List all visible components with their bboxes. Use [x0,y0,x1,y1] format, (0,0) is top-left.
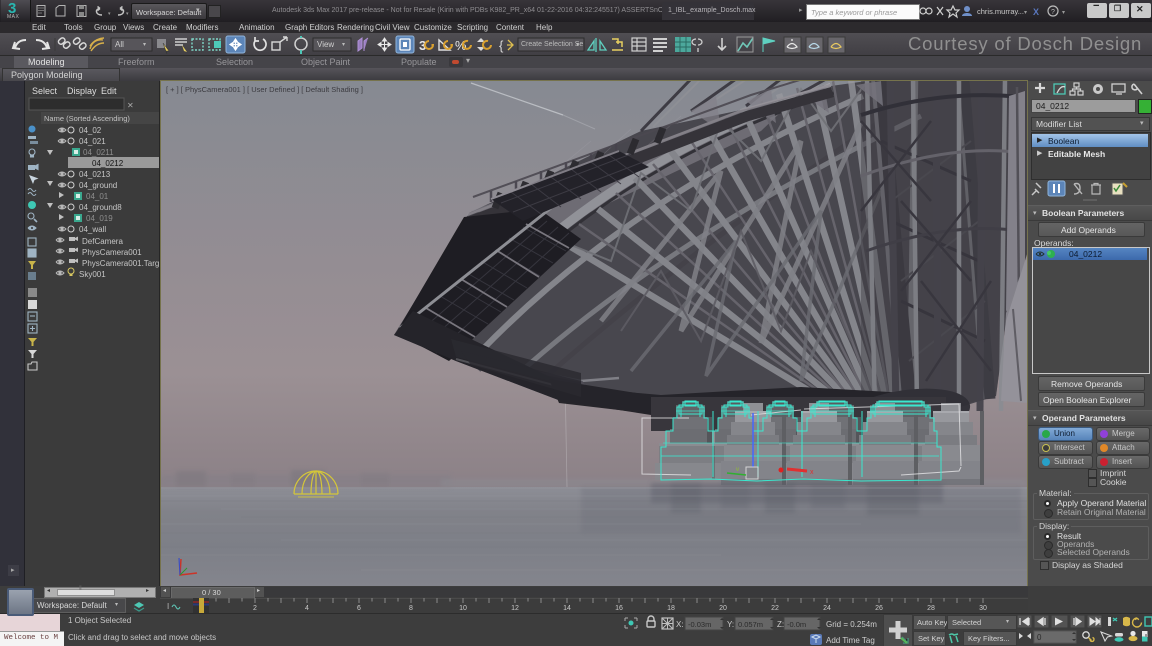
svg-text:04_02: 04_02 [79,126,102,135]
svg-text:View: View [317,40,334,49]
svg-text:04_019: 04_019 [86,214,113,223]
svg-text:Select: Select [32,86,58,96]
svg-text:12: 12 [511,605,519,612]
svg-text:Name (Sorted Ascending): Name (Sorted Ascending) [44,114,130,123]
svg-text:Sky001: Sky001 [79,270,106,279]
svg-text:04_wall: 04_wall [79,225,106,234]
svg-text:Edit: Edit [101,86,117,96]
svg-text:10: 10 [459,605,467,612]
svg-text:Grid = 0.254m: Grid = 0.254m [826,620,877,629]
svg-text:4: 4 [305,605,309,612]
svg-text:0.057m: 0.057m [738,620,763,629]
svg-text:?: ? [1051,9,1055,16]
svg-text:▾: ▾ [126,11,129,17]
svg-text:6: 6 [357,605,361,612]
svg-text:{: { [499,38,504,53]
svg-text:04_ground8: 04_ground8 [79,203,122,212]
svg-text:All: All [115,40,124,49]
svg-text:Display: Display [67,86,97,96]
svg-text:PhysCamera001.Target: PhysCamera001.Target [82,259,159,268]
svg-text:chris.murray...: chris.murray... [977,7,1024,16]
svg-text:0: 0 [1037,633,1042,642]
svg-text:-0.03m: -0.03m [688,620,711,629]
svg-text:2: 2 [253,605,257,612]
svg-text:DefCamera: DefCamera [82,237,123,246]
svg-text:30: 30 [979,605,987,612]
svg-text:Y:: Y: [727,620,734,629]
svg-text:▾: ▾ [576,42,579,48]
svg-text:▾: ▾ [342,42,345,48]
svg-text:▾: ▾ [143,42,146,48]
svg-text:x: x [810,469,814,476]
svg-text:PhysCamera001: PhysCamera001 [82,248,142,257]
svg-text:04_021: 04_021 [79,137,106,146]
svg-text:X: X [1033,7,1039,17]
svg-text:04_01: 04_01 [86,192,109,201]
svg-text:I: I [167,602,169,611]
svg-text:Add Time Tag: Add Time Tag [826,636,875,645]
svg-text:04_0213: 04_0213 [79,170,111,179]
svg-text:28: 28 [927,605,935,612]
svg-text:04_ground: 04_ground [79,181,117,190]
svg-text:04_0211: 04_0211 [83,148,114,157]
svg-text:20: 20 [719,605,727,612]
svg-text:24: 24 [823,605,831,612]
svg-text:26: 26 [875,605,883,612]
svg-text:18: 18 [667,605,675,612]
svg-text:16: 16 [615,605,623,612]
svg-text:14: 14 [563,605,571,612]
svg-text:▾: ▾ [1024,10,1027,16]
svg-text:Z:: Z: [777,620,784,629]
svg-text:04_0212: 04_0212 [92,159,124,168]
svg-text:✕: ✕ [127,101,134,110]
svg-text:▾: ▾ [108,11,111,17]
svg-text:v: v [736,467,739,473]
svg-text:22: 22 [771,605,779,612]
svg-text:▾: ▾ [1062,10,1065,16]
svg-text:Create Selection Se: Create Selection Se [521,41,583,48]
svg-text:-0.0m: -0.0m [787,620,806,629]
svg-text:X:: X: [676,620,684,629]
svg-text:8: 8 [409,605,413,612]
